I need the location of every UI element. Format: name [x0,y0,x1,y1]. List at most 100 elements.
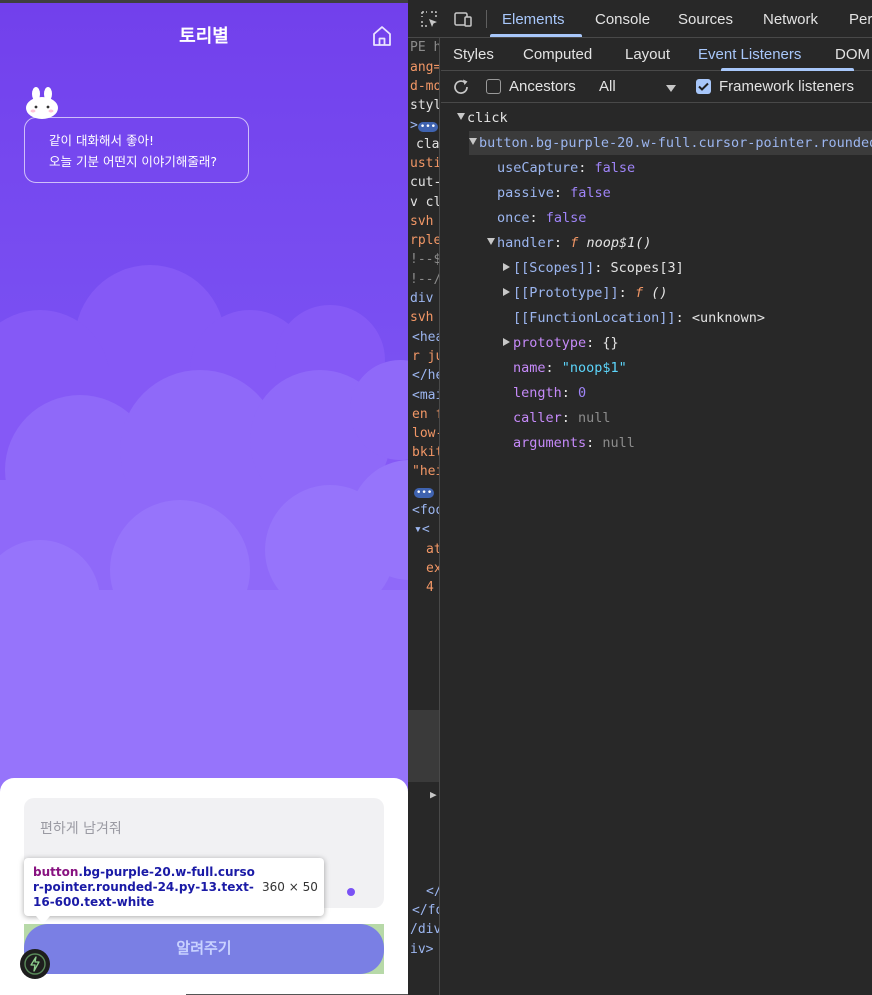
sidebar-tabs: Styles Computed Layout Event Listeners D… [441,38,872,71]
speech-line-2: 오늘 기분 어떤지 이야기해줄래? [49,154,218,169]
tab-performance[interactable]: Per [849,11,872,28]
source-line: styl [410,98,440,113]
tab-computed[interactable]: Computed [523,46,592,63]
speech-bubble: 같이 대화해서 좋아! 오늘 기분 어떤지 이야기해줄래? [24,117,249,183]
source-line: cut- [410,175,440,190]
handler-row[interactable]: handler: f noop$1() [487,231,651,255]
source-line: iv> [410,942,434,957]
prop-key: passive [497,185,554,201]
refresh-icon[interactable] [451,77,471,97]
prop-key: arguments [513,435,587,451]
prop-value: () [651,285,668,301]
source-line: v cl [410,195,440,210]
bolt-icon [24,953,46,975]
prop-key: useCapture [497,160,579,176]
tab-network[interactable]: Network [763,11,818,28]
source-line: ang= [410,60,440,75]
prototype-row[interactable]: prototype: {} [503,331,619,355]
source-line: svh [410,310,434,325]
function-name: noop$1() [586,235,652,251]
devtools-panel: Elements Console Sources Network Per PE … [408,0,872,995]
source-line: low- [412,426,439,441]
function-keyword: f [570,235,579,251]
arguments-row: arguments: null [513,435,635,451]
source-line: </he [412,368,439,383]
source-line: ex [426,561,439,576]
event-type-row[interactable]: click [457,106,508,130]
prop-key: [[FunctionLocation]] [513,310,676,326]
source-line: > ••• [410,118,439,133]
checkmark-icon [698,82,709,91]
source-line: !--$ [410,252,440,267]
mood-input-placeholder: 편하게 남겨줘 [40,821,122,837]
tab-elements[interactable]: Elements [502,11,565,28]
source-line: usti [410,156,440,171]
inspect-tooltip-arrow [36,916,50,924]
ancestors-checkbox[interactable] [486,79,501,94]
event-listener-tree: click button.bg-purple-20.w-full.cursor-… [441,104,872,704]
prop-value: null [602,435,635,451]
listener-filter-bar: Ancestors All Framework listeners [441,71,872,103]
tab-layout[interactable]: Layout [625,46,670,63]
toolbar-separator [486,10,487,28]
listener-node: button.bg-purple-20.w-full.cursor-pointe… [479,135,872,151]
tab-console[interactable]: Console [595,11,650,28]
prop-value: "noop$1" [561,360,627,376]
tab-styles[interactable]: Styles [453,46,494,63]
source-line: at [426,542,439,557]
source-line: ▶ [430,788,437,801]
framework-listeners-label: Framework listeners [719,78,855,95]
source-line: !--/ [410,272,440,287]
source-line: <mai [412,388,439,403]
expand-triangle-icon [503,263,510,271]
chevron-down-icon[interactable] [666,85,676,92]
prop-key: prototype [513,335,587,351]
source-line: </fo [412,903,439,918]
source-line: en f [412,407,439,422]
prop-value: {} [602,335,619,351]
prop-key: once [497,210,530,226]
prop-value: null [578,410,611,426]
source-line: cla [416,137,440,152]
expand-triangle-icon [469,138,477,145]
source-line: "hei [412,464,439,479]
submit-button[interactable]: 알려주기 [24,924,384,974]
devtools-toolbar: Elements Console Sources Network Per [408,0,872,38]
source-line: rple [410,233,440,248]
home-icon[interactable] [370,24,394,48]
inspect-tooltip-tag: button [33,865,79,879]
prop-row: once: false [497,210,587,226]
prop-key: handler [497,235,554,251]
source-line: <hea [412,330,439,345]
prototype-internal-row[interactable]: [[Prototype]]: f () [503,281,667,305]
device-toolbar-icon[interactable] [453,9,473,29]
tab-sources[interactable]: Sources [678,11,733,28]
tab-dom[interactable]: DOM [835,46,870,63]
prop-value: Scopes[3] [610,260,684,276]
source-line: d-mo [410,79,440,94]
active-tab-indicator [490,34,582,37]
inspect-element-icon[interactable] [419,9,439,29]
function-location-row: [[FunctionLocation]]: <unknown> [513,310,765,326]
prop-key: [[Scopes]] [513,260,595,276]
inspect-tooltip-dimensions: 360 × 50 [262,880,318,894]
inspect-tooltip: button.bg-purple-20.w-full.cursor-pointe… [24,858,324,924]
source-line: bkit [412,445,439,460]
source-line: ▾< [414,522,430,537]
bolt-launcher-button[interactable] [20,949,50,979]
event-type-select[interactable]: All [599,78,616,95]
elements-tree-fragment[interactable]: PE h ang= d-mo styl > ••• cla usti cut- v… [408,38,440,995]
expand-triangle-icon [503,338,510,346]
framework-listeners-checkbox[interactable] [696,79,711,94]
page-title: 토리별 [179,26,229,47]
prop-key: length [513,385,562,401]
source-line: /div [410,922,440,937]
listener-node-row[interactable]: button.bg-purple-20.w-full.cursor-pointe… [469,131,872,155]
source-line: 4 [426,580,434,595]
source-line: ••• [414,488,435,498]
name-row: name: "noop$1" [513,360,627,376]
prop-value: false [594,160,636,176]
scopes-row[interactable]: [[Scopes]]: Scopes[3] [503,256,684,280]
source-line: PE h [410,40,440,55]
tab-event-listeners[interactable]: Event Listeners [698,46,801,63]
